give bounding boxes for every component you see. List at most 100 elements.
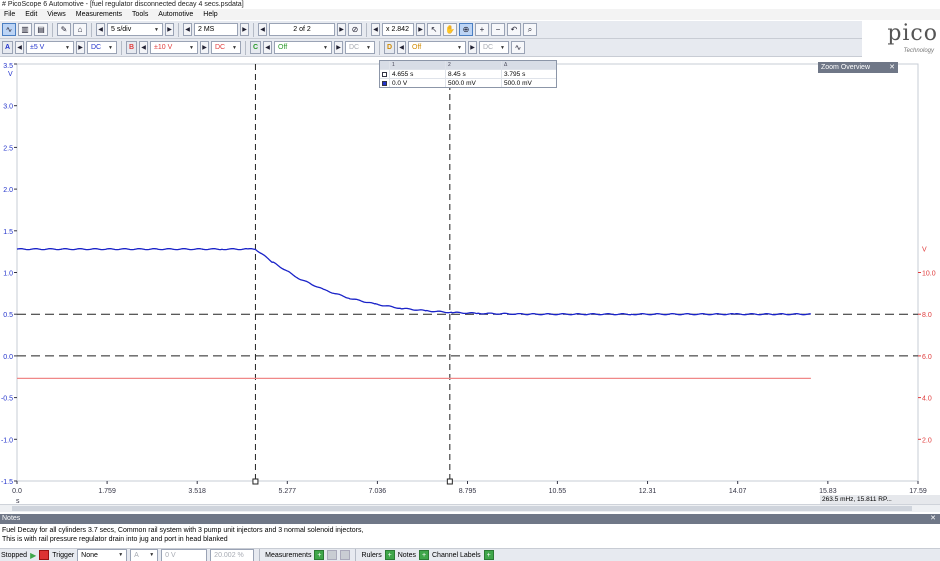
channel-a-range-select[interactable]: ±5 V ▼: [26, 41, 74, 54]
buffer-previous-button[interactable]: ◀: [258, 23, 267, 36]
left-tick-label: 0.5: [3, 312, 13, 319]
close-icon[interactable]: ✕: [889, 62, 895, 73]
channel-d-coupling-select[interactable]: DC ▼: [479, 41, 509, 54]
play-icon[interactable]: ▶: [30, 551, 36, 560]
channel-d-range-increase[interactable]: ▶: [468, 41, 477, 54]
zoom-increase-button[interactable]: ▶: [416, 23, 425, 36]
channel-b-coupling-select[interactable]: DC ▼: [211, 41, 241, 54]
auto-setup-icon[interactable]: ✎: [57, 23, 71, 36]
hand-tool-icon[interactable]: ✋: [443, 23, 457, 36]
channel-a-button[interactable]: A: [2, 41, 13, 54]
zoom-decrease-button[interactable]: ◀: [371, 23, 380, 36]
pointer-tool-icon[interactable]: ↖: [427, 23, 441, 36]
samples-decrease-button[interactable]: ◀: [183, 23, 192, 36]
channel-c-range-select[interactable]: Off ▼: [274, 41, 332, 54]
timebase-decrease-button[interactable]: ◀: [96, 23, 105, 36]
rulers-label: Rulers: [361, 551, 382, 559]
close-icon[interactable]: ✕: [930, 514, 936, 524]
zoom-region-icon[interactable]: ⊕: [459, 23, 473, 36]
channel-c-button[interactable]: C: [250, 41, 261, 54]
voltage-ruler-2: 500.0 mV: [445, 79, 501, 87]
channel-c-range-value: Off: [278, 44, 288, 51]
channel-a-range-increase[interactable]: ▶: [76, 41, 85, 54]
zoom-in-icon[interactable]: +: [475, 23, 489, 36]
timebase-increase-button[interactable]: ▶: [165, 23, 174, 36]
menu-views[interactable]: Views: [43, 9, 70, 20]
left-tick-label: 3.5: [3, 63, 13, 70]
home-icon[interactable]: ⌂: [73, 23, 87, 36]
channel-toolbar: A ◀ ±5 V ▼ ▶ DC ▼ B ◀ ±10 V ▼ ▶ DC ▼ C ◀ Off…: [0, 39, 862, 57]
left-axis: 3.5 3.0 2.5 2.0 1.5 1.0 0.5 0.0 -0.5 -1.0 -1.5 V: [1, 63, 17, 486]
right-tick-label: 10.0: [922, 271, 936, 278]
channel-b-range-value: ±10 V: [154, 44, 173, 51]
buffer-next-button[interactable]: ▶: [337, 23, 346, 36]
channel-c-range-increase[interactable]: ▶: [334, 41, 343, 54]
zoom-to-fit-icon[interactable]: ⌕: [523, 23, 537, 36]
pretrigger-field[interactable]: 20.002 %: [210, 549, 255, 561]
channel-c-coupling-select[interactable]: DC ▼: [345, 41, 375, 54]
time-ruler-handle: [446, 478, 453, 485]
menu-measurements[interactable]: Measurements: [72, 9, 126, 20]
notes-text[interactable]: Fuel Decay for all cylinders 3.7 secs, C…: [0, 524, 940, 547]
channel-b-range-select[interactable]: ±10 V ▼: [150, 41, 198, 54]
menu-edit[interactable]: Edit: [21, 9, 41, 20]
scrollbar-thumb[interactable]: [12, 506, 912, 511]
rulers-toggle-icon[interactable]: +: [384, 550, 395, 560]
samples-field[interactable]: 2 MS: [194, 23, 238, 36]
buffer-field[interactable]: 2 of 2: [269, 23, 335, 36]
time-tick-label: 3.518: [188, 488, 206, 495]
channel-b-range-increase[interactable]: ▶: [200, 41, 209, 54]
ruler-header-delta: Δ: [501, 61, 556, 69]
left-tick-label: 1.5: [3, 229, 13, 236]
notes-title: Notes: [2, 515, 21, 522]
scope-view[interactable]: 3.5 3.0 2.5 2.0 1.5 1.0 0.5 0.0 -0.5 -1.0 -1.5 V V 1…: [0, 58, 940, 508]
notes-toggle-icon[interactable]: +: [419, 550, 429, 560]
channel-d-range-decrease[interactable]: ◀: [397, 41, 406, 54]
edit-measurement-icon[interactable]: [327, 550, 338, 560]
samples-increase-button[interactable]: ▶: [240, 23, 249, 36]
graticule: [16, 63, 919, 482]
channel-c-range-decrease[interactable]: ◀: [263, 41, 272, 54]
zoom-out-icon[interactable]: −: [491, 23, 505, 36]
channel-d-range-select[interactable]: Off ▼: [408, 41, 466, 54]
horizontal-scrollbar[interactable]: [0, 504, 940, 512]
menu-automotive[interactable]: Automotive: [154, 9, 197, 20]
math-channels-icon[interactable]: ∿: [511, 41, 525, 54]
zoom-field[interactable]: x 2.842: [382, 23, 414, 36]
channel-c-coupling-value: DC: [349, 44, 360, 51]
timebase-select[interactable]: 5 s/div ▼: [107, 23, 163, 36]
time-tick-label: 12.31: [639, 488, 657, 495]
time-tick-label: 0.0: [12, 488, 22, 495]
left-tick-label: -1.5: [1, 479, 13, 486]
channel-a-range-value: ±5 V: [30, 44, 45, 51]
voltage-ruler-delta: 500.0 mV: [501, 79, 556, 87]
timebase-value: 5 s/div: [111, 26, 132, 33]
ruler-header-2: 2: [445, 61, 501, 69]
menu-tools[interactable]: Tools: [128, 9, 152, 20]
trigger-level-field[interactable]: 0 V: [161, 549, 208, 561]
zoom-overview-title: Zoom Overview: [821, 64, 871, 71]
channel-labels-toggle-icon[interactable]: +: [483, 550, 494, 560]
scope-mode-icon[interactable]: ∿: [2, 23, 16, 36]
ruler-measurement-table[interactable]: 1 2 Δ 4.655 s 8.45 s 3.795 s 0.0 V 500.0…: [379, 60, 557, 88]
channel-b-range-decrease[interactable]: ◀: [139, 41, 148, 54]
channel-d-range-value: Off: [412, 44, 422, 51]
zoom-overview-panel[interactable]: Zoom Overview ✕: [818, 62, 898, 73]
right-tick-label: 4.0: [922, 396, 932, 403]
delete-measurement-icon[interactable]: [340, 550, 351, 560]
undo-zoom-icon[interactable]: ↶: [507, 23, 521, 36]
buffer-navigator-icon[interactable]: ⊘: [348, 23, 362, 36]
menu-help[interactable]: Help: [199, 9, 221, 20]
spectrum-mode-icon[interactable]: ▥: [18, 23, 32, 36]
channel-a-range-decrease[interactable]: ◀: [15, 41, 24, 54]
menu-file[interactable]: File: [0, 9, 19, 20]
add-measurement-icon[interactable]: +: [314, 550, 325, 560]
channel-d-button[interactable]: D: [384, 41, 395, 54]
persistence-icon[interactable]: ▤: [34, 23, 48, 36]
trigger-channel-select[interactable]: A ▼: [130, 549, 159, 561]
trigger-mode-select[interactable]: None ▼: [77, 549, 128, 561]
channel-a-coupling-select[interactable]: DC ▼: [87, 41, 117, 54]
frequency-readout: 263.5 mHz, 15.811 RP...: [820, 495, 940, 504]
stop-icon[interactable]: [39, 550, 50, 560]
channel-b-button[interactable]: B: [126, 41, 137, 54]
